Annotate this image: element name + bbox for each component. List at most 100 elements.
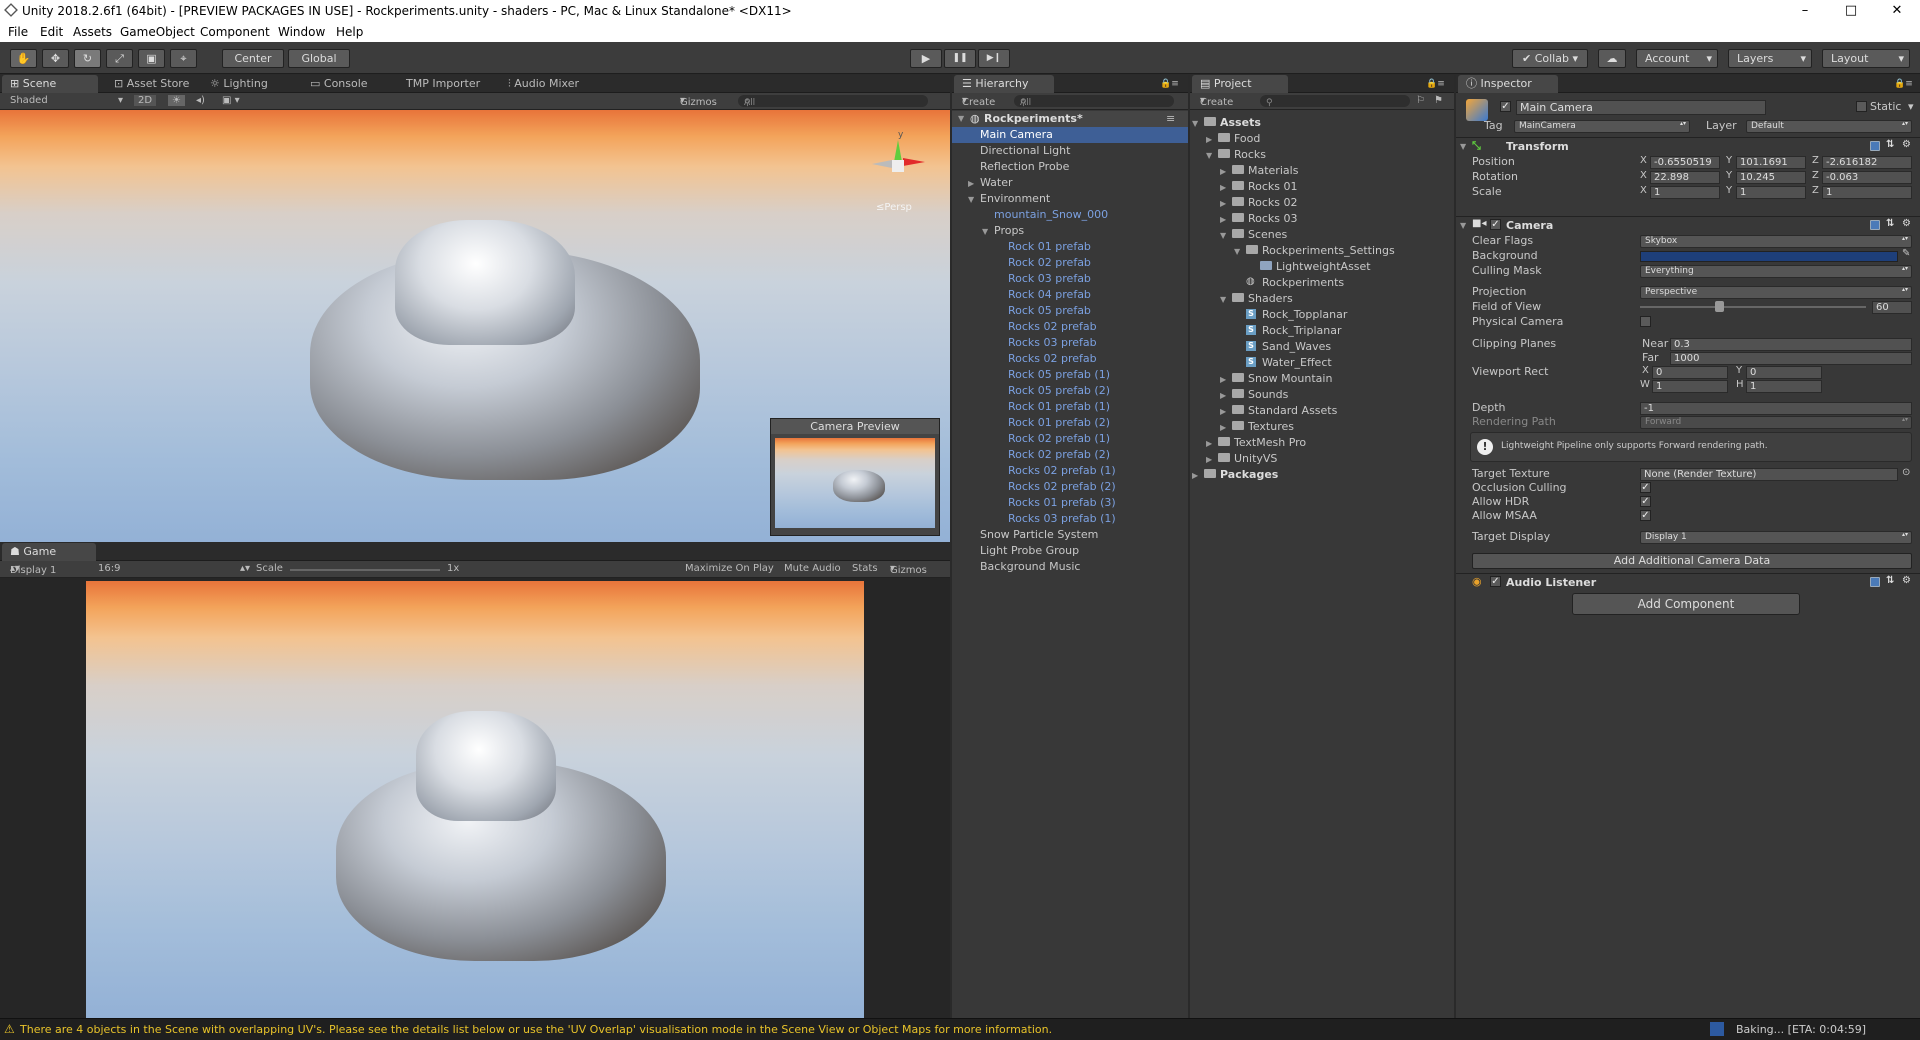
expand-arrow-icon[interactable]: ▶: [1220, 405, 1226, 418]
project-item[interactable]: ▼ Assets: [1190, 115, 1454, 131]
hierarchy-item[interactable]: Directional Light: [952, 143, 1188, 159]
hierarchy-item[interactable]: Rocks 02 prefab: [952, 351, 1188, 367]
expand-arrow-icon[interactable]: ▶: [1206, 437, 1212, 450]
stats-toggle[interactable]: Stats: [852, 563, 878, 574]
maximize-on-play-toggle[interactable]: Maximize On Play: [685, 563, 774, 574]
expand-arrow-icon[interactable]: ▶: [1220, 373, 1226, 386]
tab-scene[interactable]: ⊞ Scene: [2, 75, 98, 93]
viewport-x-field[interactable]: 0: [1652, 366, 1728, 379]
hierarchy-item[interactable]: Rocks 02 prefab (2): [952, 479, 1188, 495]
expand-arrow-icon[interactable]: ▼: [1220, 293, 1226, 306]
menu-component[interactable]: Component: [200, 25, 270, 39]
layers-dropdown[interactable]: Layers ▾: [1728, 49, 1812, 68]
add-camera-data-button[interactable]: Add Additional Camera Data: [1472, 553, 1912, 569]
expand-arrow-icon[interactable]: ▶: [1220, 165, 1226, 178]
gear-icon[interactable]: ⚙: [1902, 575, 1911, 586]
hierarchy-item[interactable]: Background Music: [952, 559, 1188, 575]
hierarchy-item[interactable]: Rock 02 prefab (2): [952, 447, 1188, 463]
expand-arrow-icon[interactable]: ▶: [1220, 213, 1226, 226]
tab-lighting[interactable]: ☼ Lighting: [202, 75, 276, 93]
rotate-tool-button[interactable]: ↻: [74, 49, 101, 68]
help-icon[interactable]: [1870, 577, 1880, 587]
baking-status[interactable]: Baking... [ETA: 0:04:59]: [1736, 1023, 1866, 1036]
project-item[interactable]: LightweightAsset: [1190, 259, 1454, 275]
hierarchy-item[interactable]: mountain_Snow_000: [952, 207, 1188, 223]
object-picker-icon[interactable]: ⊙: [1902, 467, 1910, 478]
menu-gameobject[interactable]: GameObject: [120, 25, 195, 39]
fov-field[interactable]: 60: [1872, 301, 1912, 314]
gizmo-x-axis[interactable]: [903, 158, 925, 166]
tab-hierarchy[interactable]: ☰ Hierarchy: [954, 75, 1054, 93]
scale-slider[interactable]: [290, 569, 440, 571]
pause-button[interactable]: ❚❚: [944, 49, 976, 68]
audio-listener-checkbox[interactable]: ✓: [1490, 576, 1501, 587]
shading-mode-dropdown[interactable]: Shaded: [10, 95, 48, 106]
hierarchy-item[interactable]: Rock 01 prefab: [952, 239, 1188, 255]
scene-gizmos-dropdown[interactable]: Gizmos ▾: [680, 95, 717, 108]
project-item[interactable]: ▶ Food: [1190, 131, 1454, 147]
expand-arrow-icon[interactable]: ▼: [968, 193, 974, 206]
tab-project[interactable]: ▤ Project: [1192, 75, 1288, 93]
account-dropdown[interactable]: Account ▾: [1636, 49, 1718, 68]
mute-audio-toggle[interactable]: Mute Audio: [784, 563, 841, 574]
menu-window[interactable]: Window: [278, 25, 325, 39]
tab-inspector[interactable]: ⓘ Inspector: [1458, 75, 1558, 93]
project-create-button[interactable]: Create ▾: [1200, 95, 1233, 108]
game-gizmos-dropdown[interactable]: Gizmos ▾: [890, 563, 927, 576]
persp-label[interactable]: ≤Persp: [876, 202, 912, 213]
hierarchy-item[interactable]: Rocks 01 prefab (3): [952, 495, 1188, 511]
tag-dropdown[interactable]: MainCamera: [1514, 120, 1690, 133]
active-checkbox[interactable]: ✓: [1500, 101, 1511, 112]
transform-header[interactable]: ▼ ⤡ Transform ⇅ ⚙: [1456, 137, 1920, 153]
fov-slider-track[interactable]: [1640, 306, 1866, 308]
audio-listener-header[interactable]: ◉ ✓ Audio Listener ⇅ ⚙: [1456, 573, 1920, 589]
expand-arrow-icon[interactable]: ▶: [1220, 181, 1226, 194]
scene-viewport[interactable]: y ≤Persp Camera Preview: [0, 110, 950, 542]
target-display-dropdown[interactable]: Display 1: [1640, 531, 1912, 544]
project-item[interactable]: ▶ UnityVS: [1190, 451, 1454, 467]
project-item[interactable]: ▶ Standard Assets: [1190, 403, 1454, 419]
static-dropdown-icon[interactable]: ▾: [1908, 100, 1914, 113]
transform-x-field[interactable]: -0.6550519: [1650, 156, 1720, 169]
transform-z-field[interactable]: 1: [1822, 186, 1912, 199]
hierarchy-item[interactable]: Light Probe Group: [952, 543, 1188, 559]
hierarchy-item[interactable]: Reflection Probe: [952, 159, 1188, 175]
expand-arrow-icon[interactable]: ▶: [968, 177, 974, 190]
hierarchy-item[interactable]: Rock 05 prefab (1): [952, 367, 1188, 383]
project-item[interactable]: ▼ Scenes: [1190, 227, 1454, 243]
project-item[interactable]: ▶ TextMesh Pro: [1190, 435, 1454, 451]
tab-console[interactable]: ▭ Console: [302, 75, 376, 93]
target-texture-field[interactable]: None (Render Texture): [1640, 468, 1898, 481]
project-item[interactable]: ▶ Materials: [1190, 163, 1454, 179]
display-dropdown[interactable]: Display 1 ▴▾: [10, 563, 56, 576]
expand-arrow-icon[interactable]: ▶: [1220, 421, 1226, 434]
menu-file[interactable]: File: [8, 25, 28, 39]
occlusion-culling-checkbox[interactable]: ✓: [1640, 482, 1651, 493]
gear-icon[interactable]: ⚙: [1902, 139, 1911, 150]
tab-game[interactable]: ☗ Game: [2, 543, 96, 561]
project-item[interactable]: ◍ Rockperiments: [1190, 275, 1454, 291]
layout-dropdown[interactable]: Layout ▾: [1822, 49, 1910, 68]
transform-x-field[interactable]: 22.898: [1650, 171, 1720, 184]
expand-arrow-icon[interactable]: ▼: [1192, 117, 1198, 130]
lock-icon[interactable]: 🔒≡: [1152, 75, 1187, 93]
scene-menu-icon[interactable]: ≡: [1166, 112, 1175, 125]
lock-icon[interactable]: 🔒≡: [1418, 75, 1453, 93]
hierarchy-item[interactable]: Rocks 02 prefab: [952, 319, 1188, 335]
project-item[interactable]: ▶ Snow Mountain: [1190, 371, 1454, 387]
project-item[interactable]: ▼ Rocks: [1190, 147, 1454, 163]
help-icon[interactable]: [1870, 141, 1880, 151]
projection-dropdown[interactable]: Perspective: [1640, 286, 1912, 299]
allow-hdr-checkbox[interactable]: ✓: [1640, 496, 1651, 507]
aspect-dropdown[interactable]: 16:9: [98, 563, 120, 574]
hierarchy-item[interactable]: Rock 02 prefab (1): [952, 431, 1188, 447]
expand-arrow-icon[interactable]: ▶: [1192, 469, 1198, 482]
static-checkbox[interactable]: [1856, 101, 1867, 112]
lock-icon[interactable]: 🔒≡: [1886, 75, 1920, 93]
viewport-y-field[interactable]: 0: [1746, 366, 1822, 379]
expand-arrow-icon[interactable]: ▼: [958, 114, 964, 123]
preset-icon[interactable]: ⇅: [1886, 575, 1894, 586]
scene-audio-icon[interactable]: ◂): [196, 95, 205, 106]
hierarchy-item[interactable]: Rock 01 prefab (2): [952, 415, 1188, 431]
transform-y-field[interactable]: 10.245: [1736, 171, 1806, 184]
